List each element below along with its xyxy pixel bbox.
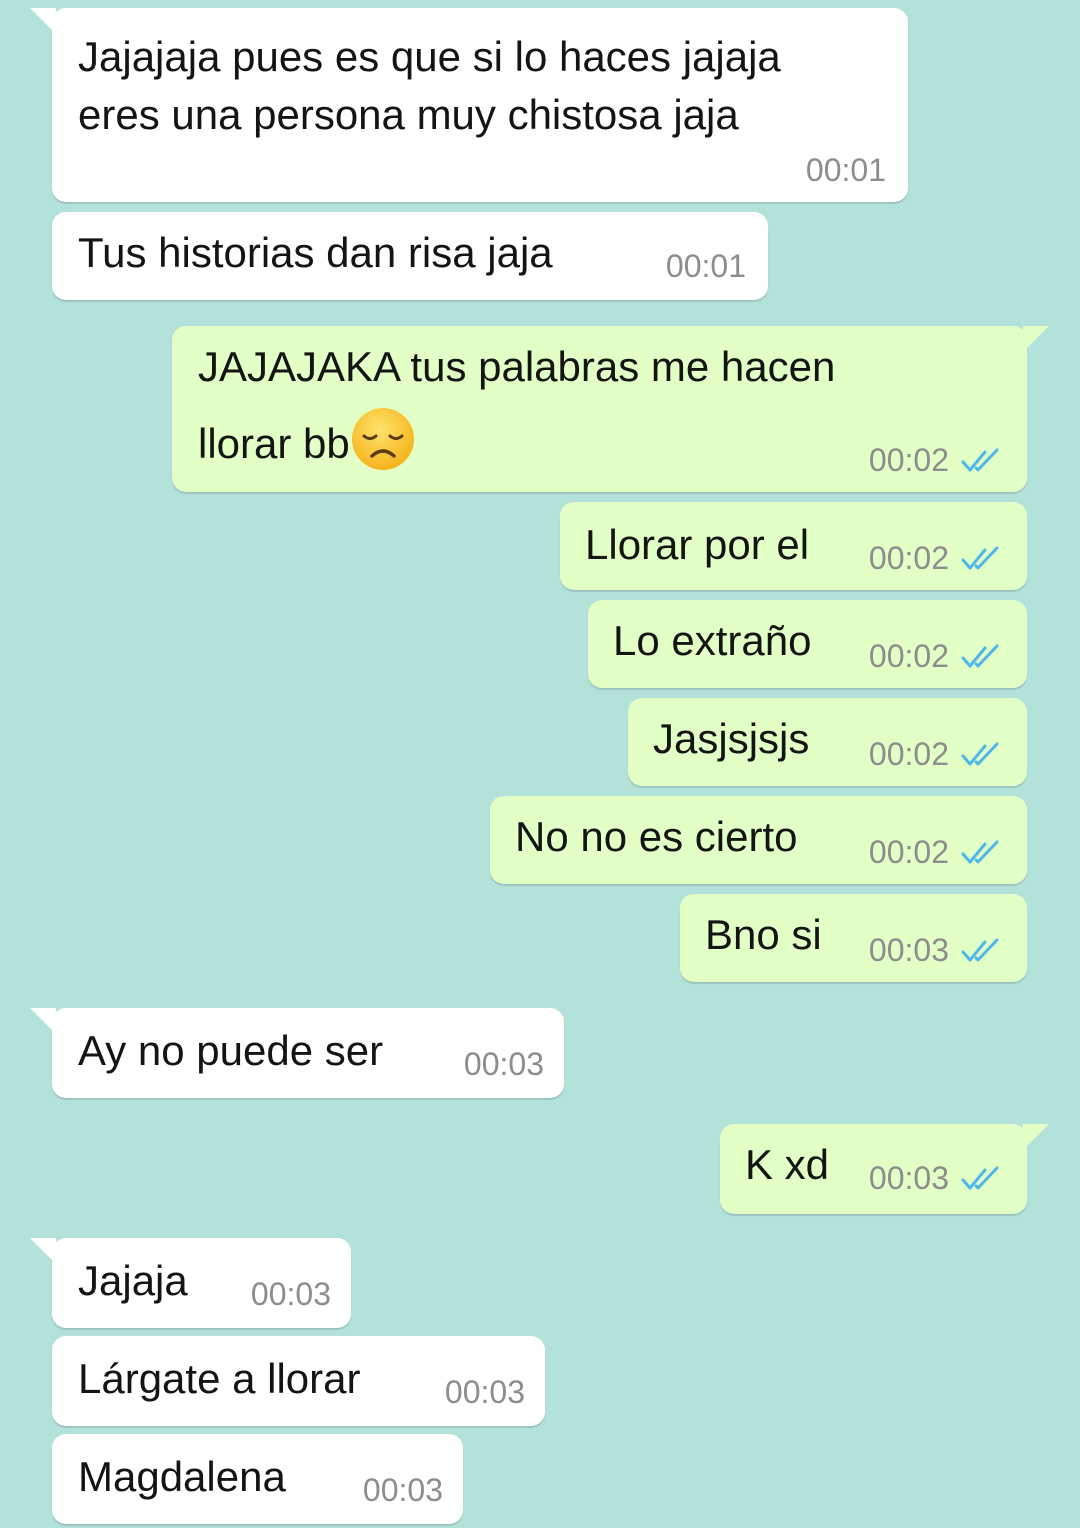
- message-time: 00:03: [464, 1046, 544, 1083]
- message-bubble-incoming[interactable]: Jajaja 00:03: [30, 1238, 351, 1328]
- message-bubble-outgoing[interactable]: Lo extraño 00:02: [588, 600, 1027, 688]
- message-time: 00:01: [666, 248, 746, 285]
- message-bubble-outgoing[interactable]: Bno si 00:03: [680, 894, 1027, 982]
- bubble-tail: [30, 1238, 56, 1264]
- message-time: 00:03: [445, 1374, 525, 1411]
- chat-area[interactable]: Jajajaja pues es que si lo haces jajaja …: [0, 0, 1080, 1528]
- message-bubble-incoming[interactable]: Tus historias dan risa jaja 00:01: [52, 212, 768, 300]
- message-time: 00:01: [806, 152, 886, 189]
- message-bubble-outgoing[interactable]: JAJAJAKA tus palabras me hacen llorar bb…: [172, 326, 1049, 492]
- message-text: Tus historias dan risa jaja: [78, 229, 553, 276]
- message-bubble-incoming[interactable]: Jajajaja pues es que si lo haces jajaja …: [30, 8, 908, 202]
- timestamp: 00:02: [868, 442, 949, 478]
- message-text: Lo extraño: [613, 617, 812, 664]
- message-text: Jajajaja pues es que si lo haces jajaja: [78, 33, 781, 80]
- disappointed-face-icon: [351, 408, 414, 470]
- message-time: 00:02: [869, 442, 1005, 479]
- double-check-icon: [961, 546, 999, 569]
- message-bubble-incoming[interactable]: Lárgate a llorar 00:03: [52, 1336, 545, 1426]
- timestamp: 00:03: [250, 1276, 331, 1312]
- double-check-icon: [961, 840, 999, 863]
- bubble-tail: [1023, 326, 1049, 352]
- message-text-line: llorar bb: [198, 406, 416, 472]
- timestamp: 00:03: [868, 1160, 949, 1196]
- message-bubble-outgoing[interactable]: Llorar por el 00:02: [560, 502, 1027, 590]
- message-text: Ay no puede ser: [78, 1027, 384, 1074]
- message-text: eres una persona muy chistosa jaja: [78, 91, 739, 138]
- timestamp: 00:02: [868, 638, 949, 674]
- message-time: 00:03: [869, 932, 1005, 969]
- message-text: Lárgate a llorar: [78, 1355, 361, 1402]
- timestamp: 00:01: [665, 248, 746, 284]
- message-time: 00:02: [869, 638, 1005, 675]
- message-bubble-outgoing[interactable]: K xd 00:03: [720, 1124, 1049, 1214]
- message-time: 00:03: [363, 1472, 443, 1509]
- double-check-icon: [961, 448, 999, 471]
- double-check-icon: [961, 1166, 999, 1189]
- timestamp: 00:02: [868, 540, 949, 576]
- timestamp: 00:02: [868, 834, 949, 870]
- message-text: No no es cierto: [515, 813, 798, 860]
- timestamp: 00:02: [868, 736, 949, 772]
- message-text: Bno si: [705, 911, 822, 958]
- timestamp: 00:01: [805, 152, 886, 188]
- message-time: 00:02: [869, 736, 1005, 773]
- message-text: JAJAJAKA tus palabras me hacen: [198, 343, 836, 390]
- bubble-tail: [30, 8, 56, 34]
- message-text: Jasjsjsjs: [653, 715, 810, 762]
- message-bubble-outgoing[interactable]: No no es cierto 00:02: [490, 796, 1027, 884]
- message-time: 00:02: [869, 540, 1005, 577]
- message-text: Magdalena: [78, 1453, 286, 1500]
- timestamp: 00:03: [868, 932, 949, 968]
- message-bubble-outgoing[interactable]: Jasjsjsjs 00:02: [628, 698, 1027, 786]
- message-text: Jajaja: [78, 1257, 188, 1304]
- message-time: 00:03: [869, 1160, 1005, 1197]
- double-check-icon: [961, 644, 999, 667]
- bubble-tail: [1023, 1124, 1049, 1150]
- message-time: 00:02: [869, 834, 1005, 871]
- message-bubble-incoming[interactable]: Magdalena 00:03: [52, 1434, 463, 1524]
- double-check-icon: [961, 938, 999, 961]
- message-time: 00:03: [251, 1276, 331, 1313]
- double-check-icon: [961, 742, 999, 765]
- bubble-tail: [30, 1008, 56, 1034]
- timestamp: 00:03: [463, 1046, 544, 1082]
- message-text: Llorar por el: [585, 521, 810, 568]
- message-text: llorar bb: [198, 420, 350, 467]
- message-text: K xd: [745, 1141, 830, 1188]
- timestamp: 00:03: [362, 1472, 443, 1508]
- message-bubble-incoming[interactable]: Ay no puede ser 00:03: [30, 1008, 564, 1098]
- timestamp: 00:03: [444, 1374, 525, 1410]
